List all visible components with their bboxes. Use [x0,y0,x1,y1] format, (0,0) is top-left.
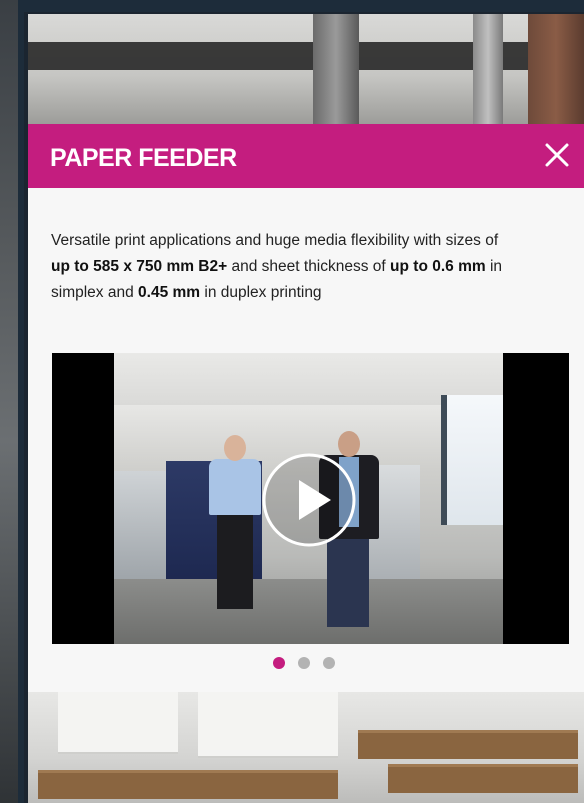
carousel-dot-2[interactable] [298,657,310,669]
carousel-dot-3[interactable] [323,657,335,669]
popup-header: PAPER FEEDER [28,124,584,188]
ventilation-duct [313,14,359,126]
carousel-dot-1[interactable] [273,657,285,669]
brick-column [528,14,584,126]
description-highlight: 0.45 mm [138,284,201,301]
wooden-pallet [358,730,578,759]
wooden-pallet [388,764,578,793]
thumbnail-person [327,537,369,627]
play-button[interactable] [261,452,357,548]
close-button[interactable] [540,138,574,172]
thumbnail-person [217,513,253,609]
description-highlight: up to 0.6 mm [390,258,486,275]
background-pallets-view [28,690,584,803]
description-highlight: up to 585 x 750 mm B2+ [51,258,228,275]
ventilation-duct-2 [473,14,503,126]
frame-border-left [18,0,24,803]
thumbnail-floor [114,579,503,644]
play-icon [262,453,356,547]
close-icon [545,143,569,167]
paper-stack [58,692,178,754]
paper-feeder-popup: PAPER FEEDER Versatile print application… [28,124,584,692]
popup-title: PAPER FEEDER [50,144,237,172]
description-text: and sheet thickness of [227,258,391,275]
thumbnail-machine [114,471,168,579]
thumbnail-window [441,395,503,525]
description-text: in duplex printing [200,284,322,301]
popup-description: Versatile print applications and huge me… [51,228,521,306]
thumbnail-person [224,435,246,461]
video-player[interactable] [52,353,569,644]
description-text: Versatile print applications and huge me… [51,232,499,249]
carousel-indicator [273,657,339,671]
frame-border-top [18,0,584,12]
paper-stack [198,690,338,758]
background-ceiling-view [28,14,584,126]
thumbnail-person [209,459,261,515]
wooden-pallet [38,770,338,799]
